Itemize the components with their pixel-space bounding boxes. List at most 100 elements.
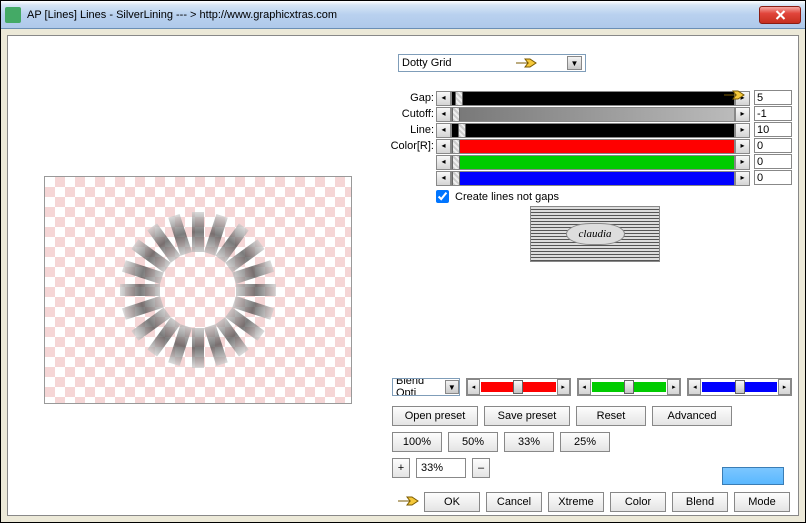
label-cutoff: Cutoff:: [390, 106, 434, 122]
slider-track[interactable]: [451, 107, 735, 122]
pointing-hand-icon: [396, 492, 422, 510]
slider-value[interactable]: 10: [754, 122, 792, 137]
preview-image: [45, 177, 351, 403]
slider-thumb[interactable]: [458, 124, 466, 137]
preset-row: Dotty Grid ▼: [398, 54, 586, 72]
slider-track[interactable]: [451, 155, 735, 170]
pointing-hand-icon: [514, 54, 540, 72]
blend-dropdown[interactable]: Blend Opti ▼: [392, 378, 460, 396]
slider-thumb[interactable]: [455, 92, 463, 105]
rgb-slider[interactable]: ◂▸: [577, 378, 682, 396]
advanced-button[interactable]: Advanced: [652, 406, 732, 426]
slider-thumb[interactable]: [452, 156, 460, 169]
slider-row: ◂▸: [436, 122, 750, 138]
rgb-slider[interactable]: ◂▸: [687, 378, 792, 396]
slider-row: ◂▸: [436, 138, 750, 154]
zoom-stepper-row: + 33% –: [392, 458, 490, 478]
slider-thumb[interactable]: [452, 172, 460, 185]
zoom-25-button[interactable]: 25%: [560, 432, 610, 452]
slider-left-arrow[interactable]: ◂: [578, 379, 591, 395]
cancel-button[interactable]: Cancel: [486, 492, 542, 512]
slider-left-arrow[interactable]: ◂: [467, 379, 480, 395]
titlebar[interactable]: AP [Lines] Lines - SilverLining --- > ht…: [1, 1, 805, 29]
preset-button-row: Open preset Save preset Reset Advanced: [392, 406, 732, 426]
slider-track[interactable]: [451, 123, 735, 138]
rgb-slider[interactable]: ◂▸: [466, 378, 571, 396]
open-preset-button[interactable]: Open preset: [392, 406, 478, 426]
slider-track[interactable]: [451, 91, 735, 106]
label-line: Line:: [390, 122, 434, 138]
slider-right-arrow[interactable]: ▸: [735, 171, 750, 186]
color-button[interactable]: Color: [610, 492, 666, 512]
app-icon: [5, 7, 21, 23]
slider-row: ◂▸: [436, 90, 750, 106]
blend-button[interactable]: Blend: [672, 492, 728, 512]
value-stack: 5-110000: [754, 90, 792, 186]
slider-right-arrow[interactable]: ▸: [667, 379, 680, 395]
color-swatch[interactable]: [722, 467, 784, 485]
slider-track[interactable]: [451, 171, 735, 186]
zoom-out-button[interactable]: –: [472, 458, 490, 478]
slider-right-arrow[interactable]: ▸: [735, 107, 750, 122]
create-lines-checkbox[interactable]: [436, 190, 449, 203]
slider-value[interactable]: 0: [754, 170, 792, 185]
zoom-in-button[interactable]: +: [392, 458, 410, 478]
logo-text: claudia: [566, 223, 625, 245]
slider-thumb[interactable]: [452, 108, 460, 121]
action-button-row: OK Cancel Xtreme Color Blend Mode: [424, 492, 790, 512]
slider-left-arrow[interactable]: ◂: [436, 139, 451, 154]
zoom-33-button[interactable]: 33%: [504, 432, 554, 452]
preview-panel[interactable]: [44, 176, 352, 404]
plugin-window: AP [Lines] Lines - SilverLining --- > ht…: [0, 0, 806, 523]
slider-thumb[interactable]: [624, 380, 634, 394]
slider-right-arrow[interactable]: ▸: [778, 379, 791, 395]
save-preset-button[interactable]: Save preset: [484, 406, 570, 426]
preset-value: Dotty Grid: [402, 57, 452, 69]
slider-left-arrow[interactable]: ◂: [436, 91, 451, 106]
slider-value[interactable]: 0: [754, 154, 792, 169]
slider-right-arrow[interactable]: ▸: [735, 123, 750, 138]
create-lines-row: Create lines not gaps: [436, 190, 559, 203]
dropdown-arrow-icon: ▼: [445, 380, 459, 394]
slider-row: ◂▸: [436, 170, 750, 186]
slider-right-arrow[interactable]: ▸: [735, 155, 750, 170]
window-title: AP [Lines] Lines - SilverLining --- > ht…: [27, 9, 759, 21]
client-area: Dotty Grid ▼ Gap: Cutoff: Line: Color[R]…: [7, 35, 799, 516]
blend-value: Blend Opti: [396, 378, 445, 396]
slider-thumb[interactable]: [452, 140, 460, 153]
zoom-value[interactable]: 33%: [416, 458, 466, 478]
slider-left-arrow[interactable]: ◂: [688, 379, 701, 395]
slider-value[interactable]: 0: [754, 138, 792, 153]
slider-left-arrow[interactable]: ◂: [436, 155, 451, 170]
slider-labels: Gap: Cutoff: Line: Color[R]:: [390, 90, 434, 154]
slider-value[interactable]: 5: [754, 90, 792, 105]
slider-row: ◂▸: [436, 106, 750, 122]
pointing-hand-icon: [722, 86, 748, 104]
preset-dropdown[interactable]: Dotty Grid ▼: [398, 54, 586, 72]
reset-button[interactable]: Reset: [576, 406, 646, 426]
slider-left-arrow[interactable]: ◂: [436, 123, 451, 138]
slider-left-arrow[interactable]: ◂: [436, 107, 451, 122]
close-icon: [775, 10, 786, 20]
label-gap: Gap:: [390, 90, 434, 106]
slider-track[interactable]: [451, 139, 735, 154]
mode-button[interactable]: Mode: [734, 492, 790, 512]
slider-value[interactable]: -1: [754, 106, 792, 121]
slider-right-arrow[interactable]: ▸: [735, 139, 750, 154]
create-lines-label: Create lines not gaps: [455, 191, 559, 203]
close-button[interactable]: [759, 6, 801, 24]
slider-thumb[interactable]: [735, 380, 745, 394]
slider-thumb[interactable]: [513, 380, 523, 394]
xtreme-button[interactable]: Xtreme: [548, 492, 604, 512]
ok-button[interactable]: OK: [424, 492, 480, 512]
blend-row: Blend Opti ▼ ◂▸◂▸◂▸: [392, 378, 792, 396]
slider-row: ◂▸: [436, 154, 750, 170]
logo-banner: claudia: [530, 206, 660, 262]
zoom-100-button[interactable]: 100%: [392, 432, 442, 452]
zoom-preset-row: 100% 50% 33% 25%: [392, 432, 610, 452]
slider-left-arrow[interactable]: ◂: [436, 171, 451, 186]
zoom-50-button[interactable]: 50%: [448, 432, 498, 452]
slider-right-arrow[interactable]: ▸: [557, 379, 570, 395]
controls-column: Dotty Grid ▼ Gap: Cutoff: Line: Color[R]…: [390, 40, 792, 509]
label-color-r: Color[R]:: [390, 138, 434, 154]
